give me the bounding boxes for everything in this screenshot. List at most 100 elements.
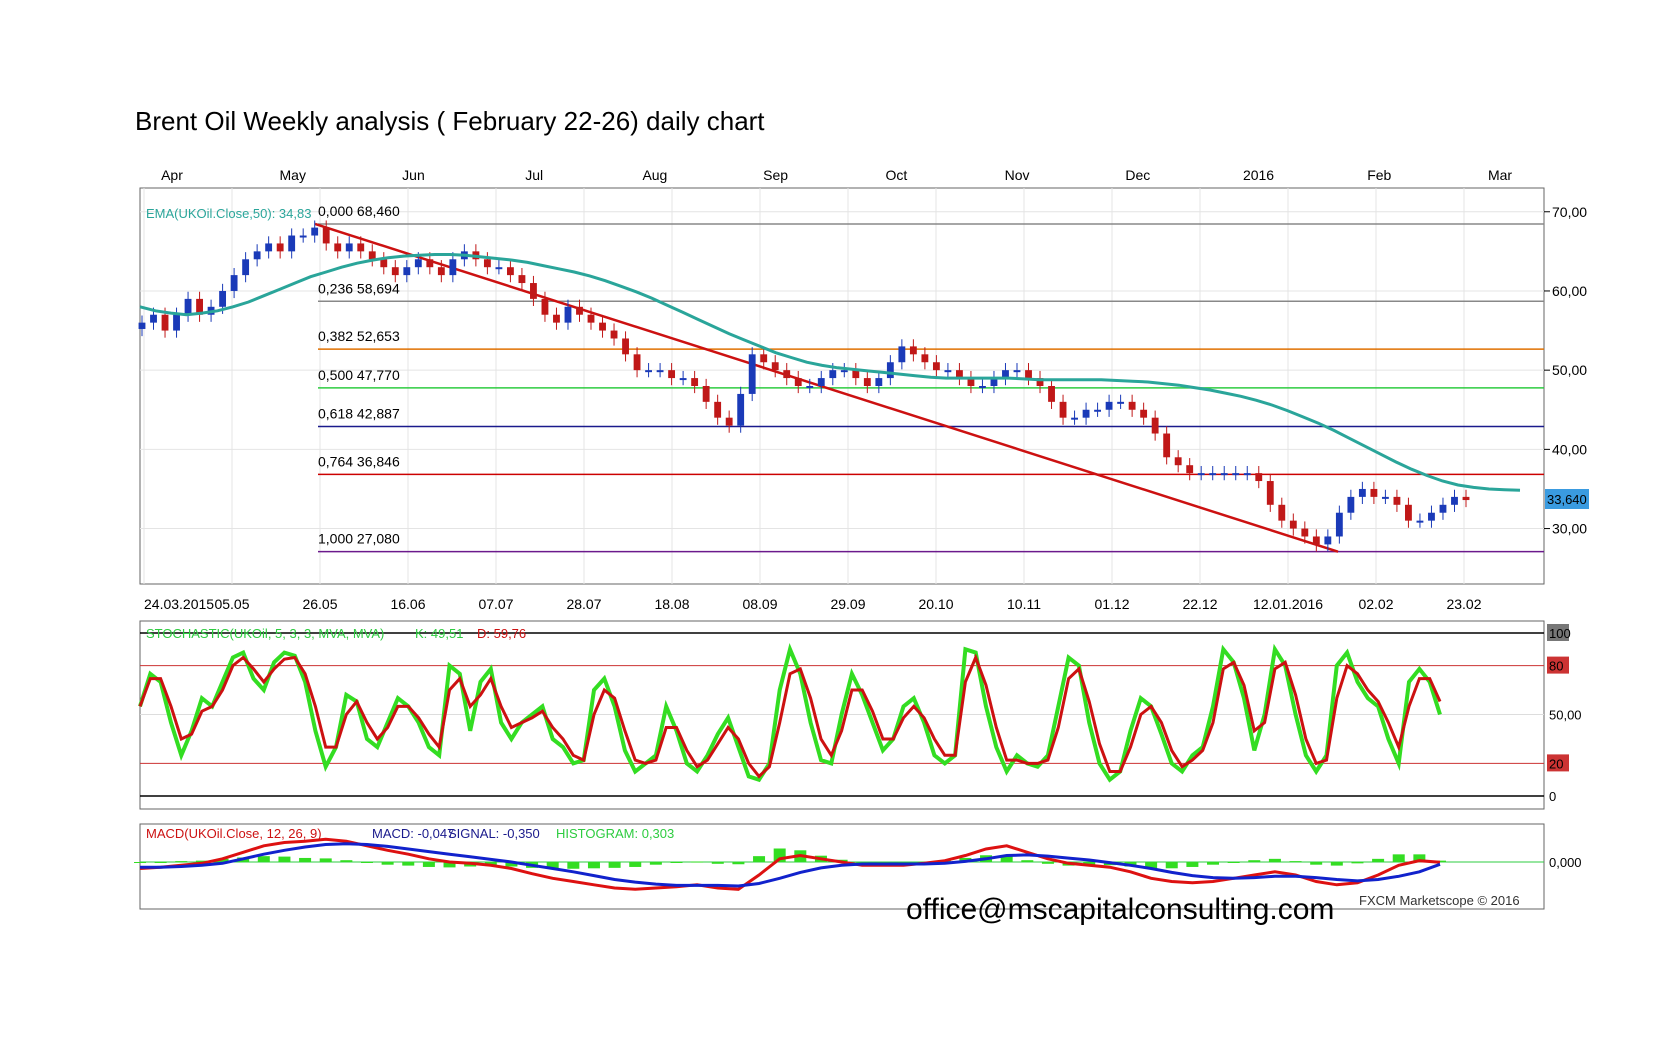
candle-body [184,298,192,315]
candle-body [1163,433,1171,458]
candle-body [1209,473,1217,476]
y-tick-label: 30,00 [1552,521,1587,537]
histogram-bar [732,862,745,865]
candle-body [288,235,296,252]
y-tick-label: 60,00 [1552,283,1587,299]
month-label: Sep [763,167,788,183]
date-label: 22.12 [1182,596,1217,612]
candle-body [1071,417,1078,420]
histogram-value: HISTOGRAM: 0,303 [556,826,674,841]
candle-body [345,243,353,252]
date-label: 10.11 [1007,596,1041,612]
candle-body [875,378,883,386]
candle-body [587,314,595,323]
month-label: Dec [1125,167,1150,183]
candle-body [1370,488,1378,497]
date-label: 05.05 [214,596,249,612]
histogram-bar [257,856,270,862]
candle-body [391,267,399,276]
candle-body [322,227,330,244]
histogram-bar [299,857,312,862]
candle-body [1278,504,1286,521]
candle-body [1428,512,1435,521]
candle-body [173,314,180,331]
candle-body [1381,496,1389,499]
stochastic-d-value: D: 59,76 [477,626,526,641]
month-label: Feb [1367,167,1391,183]
candle-body [1232,473,1240,476]
candle-body [530,283,537,299]
histogram-bar [360,862,373,863]
date-label: 01.12 [1094,596,1129,612]
histogram-bar [1392,854,1405,862]
histogram-bar [319,858,332,862]
histogram-bar [753,856,766,862]
candle-body [265,243,273,252]
histogram-bar [134,862,146,863]
date-label: 08.09 [742,596,777,612]
month-label: Mar [1488,167,1512,183]
candle-body [1335,512,1343,537]
histogram-bar [1372,858,1385,862]
candle-body [817,378,825,386]
histogram-bar [278,856,291,862]
candle-body [576,306,583,315]
candle-body [230,275,238,291]
candle-body [1393,496,1401,505]
month-label: 2016 [1243,167,1274,183]
candle-body [1439,504,1447,513]
candle-body [656,370,664,373]
candle-body [1358,488,1366,497]
y-tick-label: 70,00 [1552,204,1587,220]
candle-body [1289,520,1297,529]
macd-indicator-label: MACD(UKOil.Close, 12, 26, 9) [146,826,322,841]
candle-body [783,370,791,379]
stochastic-tick-label: 80 [1549,659,1563,674]
date-label: 16.06 [390,596,425,612]
fib-level-label: 0,764 36,846 [318,453,400,469]
histogram-bar [629,862,642,867]
candle-body [1462,496,1470,501]
candle-body [495,267,503,270]
month-label: Apr [161,167,183,183]
candle-body [1025,370,1032,379]
candle-body [334,243,342,252]
date-label: 12.01.2016 [1253,596,1323,612]
stochastic-tick-label: 100 [1549,626,1571,641]
candle-body [599,322,606,331]
month-label: May [280,167,306,183]
candle-body [1140,409,1148,418]
histogram-bar [1186,862,1199,867]
candle-body [414,259,422,268]
candle-body [1197,473,1205,476]
candle-body [437,267,445,276]
candle-body [1128,401,1136,410]
candle-body [622,338,629,355]
candle-body [737,393,745,426]
candle-body [299,235,307,238]
candle-body [1266,481,1274,505]
candle-body [1312,536,1320,545]
fib-level-label: 0,500 47,770 [318,367,400,383]
histogram-bar [1041,862,1054,864]
date-label: 02.02 [1358,596,1393,612]
candle-body [1324,536,1332,545]
histogram-bar [402,862,415,866]
date-label: 18.08 [654,596,689,612]
date-label: 26.05 [302,596,337,612]
candle-body [840,370,848,373]
candle-body [829,370,837,379]
candle-body [1151,417,1159,434]
histogram-bar [1165,862,1178,869]
last-price-label: 33,640 [1547,492,1587,507]
candle-body [357,243,365,252]
histogram-bar [154,862,167,863]
date-label: 20.10 [918,596,953,612]
histogram-bar [1227,862,1240,863]
ema-indicator-label: EMA(UKOil.Close,50): 34,83 [146,206,311,221]
histogram-bar [175,861,188,863]
candle-body [909,346,917,355]
stochastic-tick-label: 50,00 [1549,708,1582,723]
date-label: 28.07 [566,596,601,612]
histogram-bar [1021,860,1034,862]
